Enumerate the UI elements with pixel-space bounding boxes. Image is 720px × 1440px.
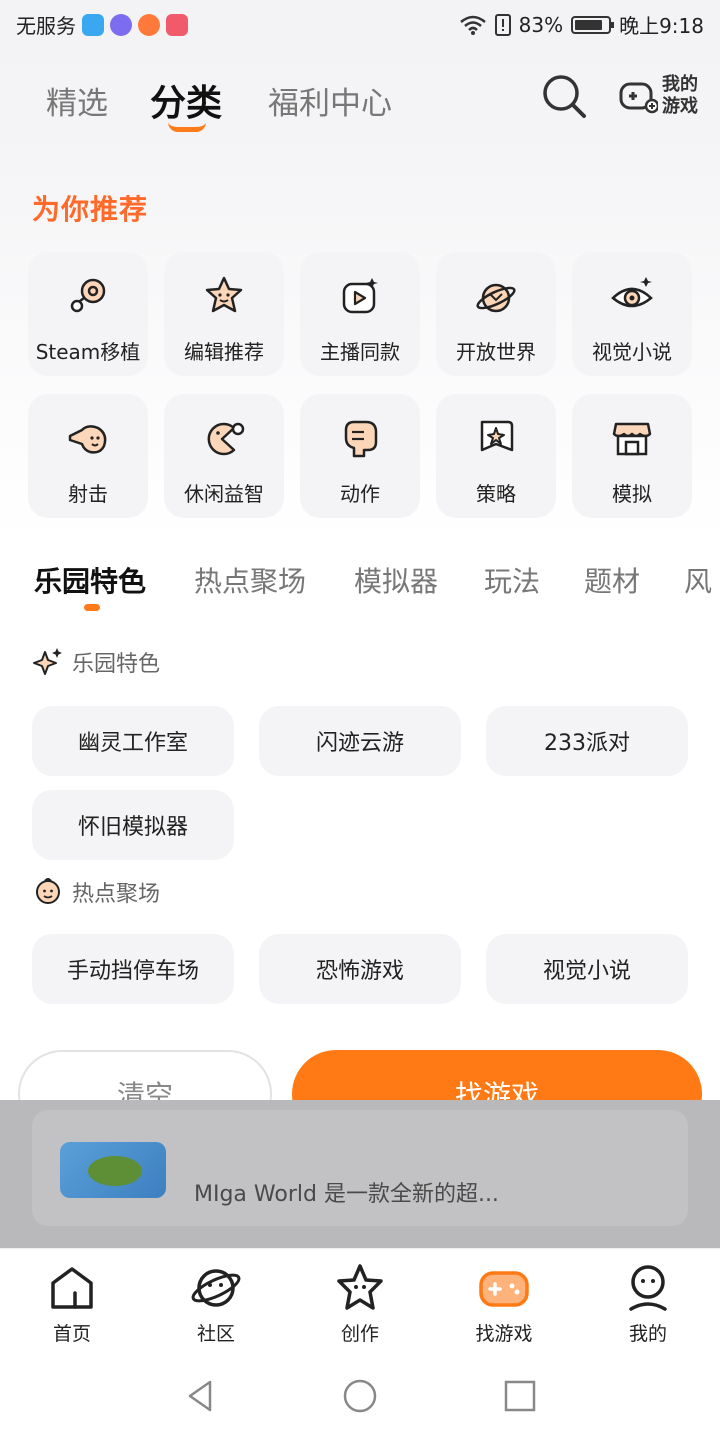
category-steam[interactable]: Steam移植 — [28, 252, 148, 376]
star-face-icon — [205, 276, 243, 313]
chip-manual-parking[interactable]: 手动挡停车场 — [32, 934, 234, 1004]
tab-categories[interactable]: 分类 — [150, 74, 222, 126]
nav-create[interactable]: 创作 — [310, 1261, 410, 1346]
category-label: 射击 — [68, 482, 108, 506]
category-label: 策略 — [476, 482, 516, 506]
section-title: 乐园特色 — [72, 652, 161, 677]
sparkle-icon — [33, 648, 62, 675]
planet-face-icon — [191, 1269, 241, 1307]
home-icon — [51, 1267, 93, 1309]
battery-percent: 83% — [518, 12, 564, 37]
category-simulation[interactable]: 模拟 — [572, 394, 692, 518]
star-create-icon — [337, 1264, 383, 1310]
section-tabs: 乐园特色 热点聚场 模拟器 玩法 题材 风 — [0, 560, 720, 620]
top-nav: 精选 分类 福利中心 我的游戏 — [0, 52, 720, 162]
section-header: 乐园特色 — [32, 646, 160, 678]
nav-find-games[interactable]: 找游戏 — [454, 1261, 554, 1346]
category-casual-puzzle[interactable]: 休闲益智 — [164, 394, 284, 518]
nav-profile[interactable]: 我的 — [598, 1261, 698, 1346]
shop-icon — [612, 422, 652, 456]
category-editor-picks[interactable]: 编辑推荐 — [164, 252, 284, 376]
category-label: 休闲益智 — [184, 482, 264, 506]
category-label: 动作 — [340, 482, 380, 506]
profile-icon — [629, 1265, 667, 1311]
home-circle-icon[interactable] — [342, 1378, 378, 1414]
battery-icon — [571, 15, 615, 34]
gamepad-icon — [479, 1271, 529, 1307]
recents-icon[interactable] — [502, 1378, 538, 1414]
category-label: 视觉小说 — [592, 340, 672, 364]
fist-icon — [344, 420, 378, 458]
tab-featured[interactable]: 精选 — [46, 78, 108, 123]
status-right: 83% 晚上9:18 — [459, 10, 704, 39]
map-flag-icon — [480, 420, 514, 452]
tab-hot-spots[interactable]: 热点聚场 — [194, 560, 306, 600]
game-app-icon — [138, 13, 160, 36]
tab-style[interactable]: 风 — [684, 560, 712, 600]
battery-fill — [575, 19, 603, 30]
recommend-title: 为你推荐 — [32, 193, 149, 226]
nav-label: 社区 — [196, 1323, 235, 1345]
chip-retro-emulator[interactable]: 怀旧模拟器 — [32, 790, 234, 860]
category-label: 编辑推荐 — [184, 340, 264, 364]
shop-app-icon — [166, 13, 188, 36]
shooter-face-icon — [68, 425, 107, 454]
my-games-label: 我的游戏 — [662, 74, 698, 117]
status-bar: 无服务 83% 晚上9:18 — [0, 0, 720, 52]
nav-label: 找游戏 — [475, 1323, 533, 1345]
chip-visual-novel[interactable]: 视觉小说 — [486, 934, 688, 1004]
category-action[interactable]: 动作 — [300, 394, 420, 518]
carrier-text: 无服务 — [16, 14, 76, 38]
steam-icon — [70, 278, 106, 313]
game-description: MIga World 是一款全新的超... — [194, 1182, 499, 1207]
section-title: 热点聚场 — [72, 882, 161, 907]
eye-icon — [611, 277, 653, 308]
my-games-button[interactable]: 我的游戏 — [618, 68, 708, 124]
category-open-world[interactable]: 开放世界 — [436, 252, 556, 376]
chip-horror-games[interactable]: 恐怖游戏 — [259, 934, 461, 1004]
category-grid: Steam移植 编辑推荐 主播同款 开放世界 视觉小说 射击 休闲益智 动作 策… — [28, 252, 692, 518]
category-panel: 为你推荐 Steam移植 编辑推荐 主播同款 开放世界 视觉小说 射击 休闲益智… — [0, 162, 720, 1170]
nav-label: 创作 — [340, 1323, 379, 1345]
bottom-nav: 首页 社区 创作 找游戏 我的 — [0, 1248, 720, 1346]
clock: 晚上9:18 — [619, 14, 704, 38]
sim-alert-icon — [494, 13, 511, 36]
chip-ghost-studio[interactable]: 幽灵工作室 — [32, 706, 234, 776]
system-nav-bar — [0, 1346, 720, 1440]
category-visual-novel[interactable]: 视觉小说 — [572, 252, 692, 376]
smile-badge-icon — [36, 878, 60, 904]
section-tab-indicator — [84, 604, 100, 611]
tab-welfare-center[interactable]: 福利中心 — [268, 78, 392, 123]
search-icon[interactable] — [540, 72, 588, 120]
category-streamer[interactable]: 主播同款 — [300, 252, 420, 376]
nav-home[interactable]: 首页 — [22, 1261, 122, 1346]
tab-emulator[interactable]: 模拟器 — [354, 560, 438, 600]
status-left: 无服务 — [16, 10, 188, 39]
game-thumbnail — [60, 1142, 166, 1198]
chip-233-party[interactable]: 233派对 — [486, 706, 688, 776]
shield-app-icon — [82, 13, 104, 36]
section-header: 热点聚场 — [32, 876, 160, 908]
nav-community[interactable]: 社区 — [166, 1261, 266, 1346]
category-shooter[interactable]: 射击 — [28, 394, 148, 518]
nav-label: 我的 — [628, 1323, 667, 1345]
category-label: Steam移植 — [35, 340, 141, 364]
tab-gameplay[interactable]: 玩法 — [484, 560, 540, 600]
back-icon[interactable] — [182, 1378, 218, 1414]
chip-cloud-play[interactable]: 闪迹云游 — [259, 706, 461, 776]
category-label: 主播同款 — [320, 340, 400, 364]
nav-label: 首页 — [52, 1323, 91, 1345]
music-app-icon — [110, 13, 132, 36]
pacman-icon — [207, 422, 245, 456]
category-strategy[interactable]: 策略 — [436, 394, 556, 518]
gamepad-add-icon — [619, 82, 658, 114]
play-video-icon — [342, 278, 378, 314]
category-label: 开放世界 — [456, 340, 536, 364]
wifi-icon — [459, 15, 486, 35]
planet-icon — [476, 283, 516, 313]
active-tab-indicator — [168, 122, 206, 132]
category-label: 模拟 — [612, 482, 652, 506]
tab-park-features[interactable]: 乐园特色 — [34, 560, 146, 600]
tab-theme[interactable]: 题材 — [584, 560, 640, 600]
